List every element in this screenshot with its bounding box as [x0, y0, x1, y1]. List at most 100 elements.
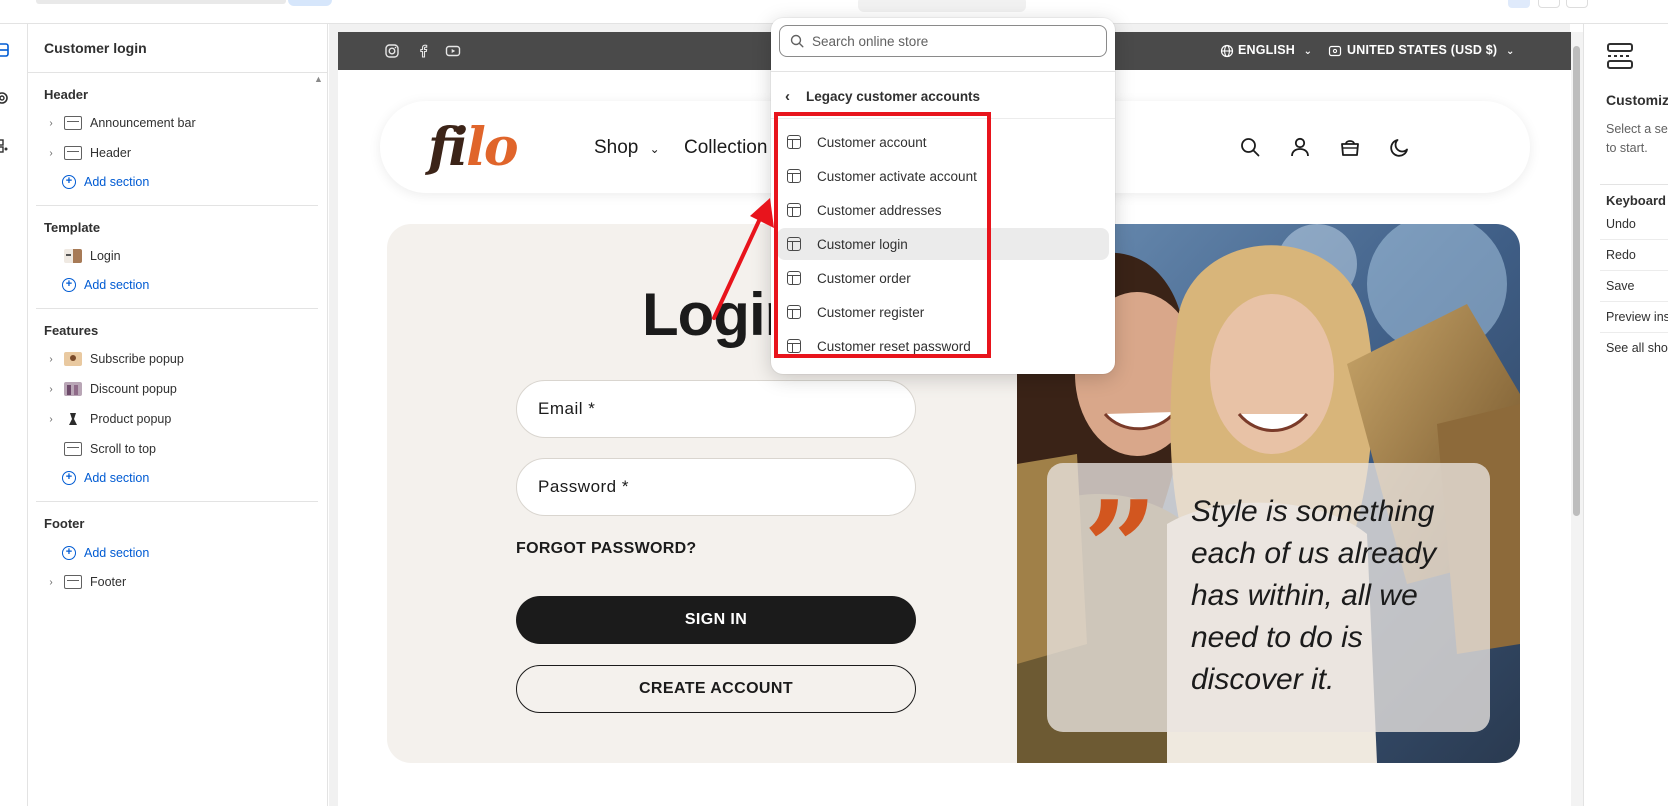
section-label: Scroll to top — [90, 442, 157, 456]
section-discount-popup[interactable]: › Discount popup — [44, 378, 314, 400]
template-icon — [787, 237, 801, 251]
search-input[interactable] — [812, 33, 1092, 49]
template-picker-popover: ‹ Legacy customer accounts Customer acco… — [771, 18, 1115, 374]
shortcut-preview: Preview ins — [1606, 310, 1668, 324]
section-scroll-to-top[interactable]: Scroll to top — [44, 438, 314, 460]
template-item-customer-register[interactable]: Customer register — [777, 296, 1109, 328]
chevron-right-icon[interactable]: › — [44, 414, 58, 425]
template-list[interactable]: Customer account Customer activate accou… — [777, 122, 1109, 368]
page-selector[interactable] — [858, 0, 1026, 12]
shortcut-save: Save — [1606, 279, 1635, 293]
template-label: Customer addresses — [817, 202, 942, 218]
language-selector[interactable]: ENGLISH ⌄ — [1238, 43, 1312, 57]
nav-collection[interactable]: Collection — [684, 137, 767, 159]
chevron-right-icon[interactable]: › — [44, 148, 58, 159]
currency-label: UNITED STATES (USD $) — [1347, 43, 1498, 57]
group-title-footer: Footer — [44, 516, 85, 531]
top-right-icon-2[interactable] — [1538, 0, 1560, 8]
template-label: Customer register — [817, 304, 925, 320]
password-field[interactable]: Password * — [516, 458, 916, 516]
store-logo[interactable]: filo — [428, 117, 519, 178]
template-item-customer-addresses[interactable]: Customer addresses — [777, 194, 1109, 226]
preview-scrollbar[interactable] — [1571, 32, 1583, 806]
chevron-down-icon: ⌄ — [1505, 46, 1515, 57]
panel-title: Customer login — [44, 40, 147, 56]
chevron-right-icon[interactable]: › — [44, 118, 58, 129]
section-layout-icon — [64, 575, 82, 589]
chevron-right-icon[interactable]: › — [44, 384, 58, 395]
customize-title: Customize — [1606, 92, 1668, 108]
add-section-template[interactable]: + Add section — [62, 275, 149, 295]
chevron-down-icon: ⌄ — [1303, 46, 1313, 57]
category-label: Legacy customer accounts — [806, 88, 981, 104]
settings-gear-icon[interactable] — [0, 88, 20, 108]
section-label: Subscribe popup — [90, 352, 184, 366]
divider — [1600, 270, 1668, 271]
quote-text: Style is something each of us already ha… — [1191, 495, 1437, 696]
search-field[interactable] — [779, 25, 1107, 57]
quote-mark-icon: ” — [1083, 472, 1158, 625]
template-item-customer-account[interactable]: Customer account — [777, 126, 1109, 158]
divider — [1600, 239, 1668, 240]
email-field[interactable]: Email * — [516, 380, 916, 438]
divider — [1600, 332, 1668, 333]
right-info-panel: Customize Select a se to start. Keyboard… — [1583, 24, 1668, 806]
sign-in-button[interactable]: SIGN IN — [516, 596, 916, 644]
template-item-customer-reset-password[interactable]: Customer reset password — [777, 330, 1109, 362]
section-header[interactable]: › Header — [44, 142, 314, 164]
template-item-customer-activate-account[interactable]: Customer activate account — [777, 160, 1109, 192]
template-item-customer-login[interactable]: Customer login — [777, 228, 1109, 260]
account-icon[interactable] — [1288, 135, 1312, 159]
customize-description: Select a se to start. — [1606, 120, 1668, 158]
add-section-label: Add section — [84, 278, 150, 292]
section-login[interactable]: Login — [44, 245, 314, 267]
section-layout-icon — [64, 442, 82, 456]
chevron-right-icon[interactable]: › — [44, 577, 58, 588]
nav-shop[interactable]: Shop ⌄ — [594, 137, 660, 159]
section-footer[interactable]: › Footer — [44, 571, 314, 593]
section-layout-icon — [64, 146, 82, 160]
template-icon — [787, 135, 801, 149]
youtube-icon[interactable] — [445, 43, 461, 59]
search-icon[interactable] — [1238, 135, 1262, 159]
instagram-icon[interactable] — [384, 43, 400, 59]
sections-icon[interactable] — [0, 40, 20, 60]
template-label: Customer reset password — [817, 338, 971, 354]
moon-icon[interactable] — [1388, 135, 1412, 159]
scroll-up-arrow-icon[interactable]: ▲ — [314, 74, 323, 84]
annotation-arrow-icon — [712, 198, 774, 320]
see-all-shortcuts-link[interactable]: See all sho — [1606, 341, 1668, 355]
back-to-category[interactable]: ‹ Legacy customer accounts — [785, 84, 1045, 108]
currency-selector[interactable]: UNITED STATES (USD $) ⌄ — [1347, 43, 1515, 57]
scrollbar-thumb[interactable] — [1573, 46, 1580, 516]
cart-icon[interactable] — [1338, 135, 1362, 159]
template-label: Customer order — [817, 270, 911, 286]
template-item-customer-order[interactable]: Customer order — [777, 262, 1109, 294]
create-account-button[interactable]: CREATE ACCOUNT — [516, 665, 916, 713]
breadcrumb-fragment — [36, 0, 286, 4]
divider — [36, 501, 318, 502]
section-announcement-bar[interactable]: › Announcement bar — [44, 112, 314, 134]
section-product-popup[interactable]: › Product popup — [44, 408, 314, 430]
section-subscribe-popup[interactable]: › Subscribe popup — [44, 348, 314, 370]
product-thumbnail-icon — [64, 412, 82, 426]
chevron-right-icon[interactable]: › — [44, 354, 58, 365]
nav-label: Shop — [594, 137, 639, 158]
top-right-icon[interactable] — [1508, 0, 1530, 8]
top-pill-button[interactable] — [288, 0, 332, 6]
add-section-header[interactable]: + Add section — [62, 172, 149, 192]
add-section-features[interactable]: + Add section — [62, 468, 149, 488]
group-title-header: Header — [44, 87, 89, 102]
divider — [1600, 184, 1668, 185]
apps-icon[interactable] — [0, 136, 20, 156]
top-right-icon-3[interactable] — [1566, 0, 1588, 8]
section-label: Announcement bar — [90, 116, 196, 130]
template-icon — [787, 169, 801, 183]
shortcut-redo: Redo — [1606, 248, 1636, 262]
forgot-password-link[interactable]: FORGOT PASSWORD? — [516, 540, 697, 558]
language-label: ENGLISH — [1238, 43, 1295, 57]
facebook-icon[interactable] — [415, 43, 431, 59]
divider — [36, 205, 318, 206]
add-section-footer[interactable]: + Add section — [62, 543, 149, 563]
section-label: Footer — [90, 575, 127, 589]
